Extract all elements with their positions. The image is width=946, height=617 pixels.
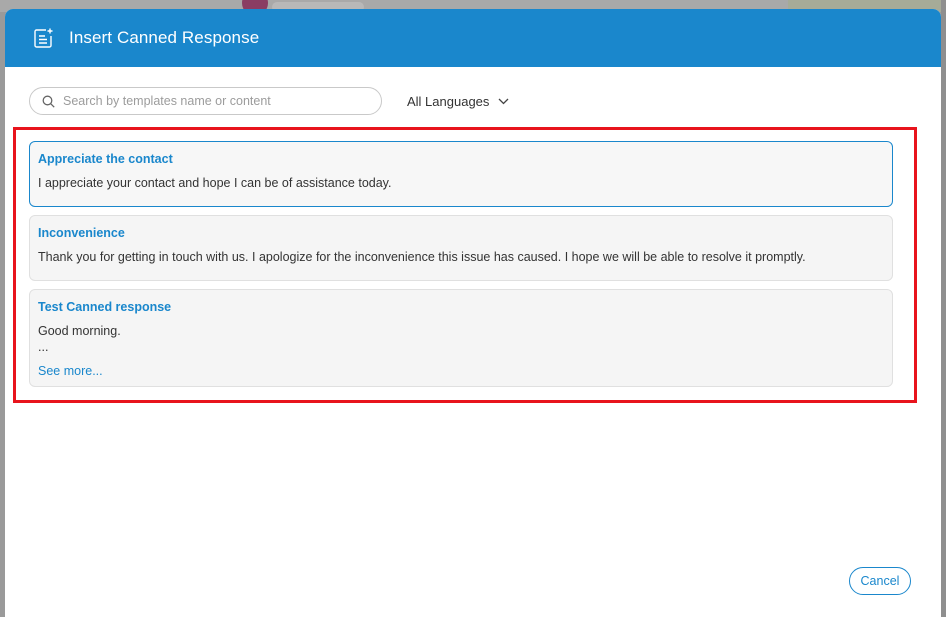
canned-response-item[interactable]: Inconvenience Thank you for getting in t… — [29, 215, 893, 281]
chevron-down-icon — [497, 95, 509, 107]
response-title: Inconvenience — [38, 226, 125, 240]
response-body: Thank you for getting in touch with us. … — [38, 250, 806, 264]
language-dropdown[interactable]: All Languages — [407, 94, 509, 109]
cancel-button[interactable]: Cancel — [849, 567, 911, 595]
canned-response-list: Appreciate the contact I appreciate your… — [29, 141, 893, 395]
search-input[interactable] — [63, 94, 363, 108]
response-title: Test Canned response — [38, 300, 172, 314]
dialog-header: Insert Canned Response — [5, 9, 941, 67]
note-add-icon — [32, 27, 54, 49]
toolbar: All Languages — [29, 87, 509, 115]
response-body: Good morning. — [38, 324, 121, 338]
insert-canned-response-dialog: Insert Canned Response All Languages App… — [5, 9, 941, 617]
canned-response-item[interactable]: Appreciate the contact I appreciate your… — [29, 141, 893, 207]
dialog-title: Insert Canned Response — [69, 28, 260, 47]
search-icon — [41, 94, 55, 108]
response-body: I appreciate your contact and hope I can… — [38, 176, 392, 190]
response-title: Appreciate the contact — [38, 152, 173, 166]
response-ellipsis: ... — [38, 340, 49, 354]
canned-response-item[interactable]: Test Canned response Good morning. ... S… — [29, 289, 893, 387]
search-box[interactable] — [29, 87, 382, 115]
language-dropdown-label: All Languages — [407, 93, 490, 109]
see-more-link[interactable]: See more... — [38, 364, 884, 379]
background-right-edge — [941, 0, 946, 617]
